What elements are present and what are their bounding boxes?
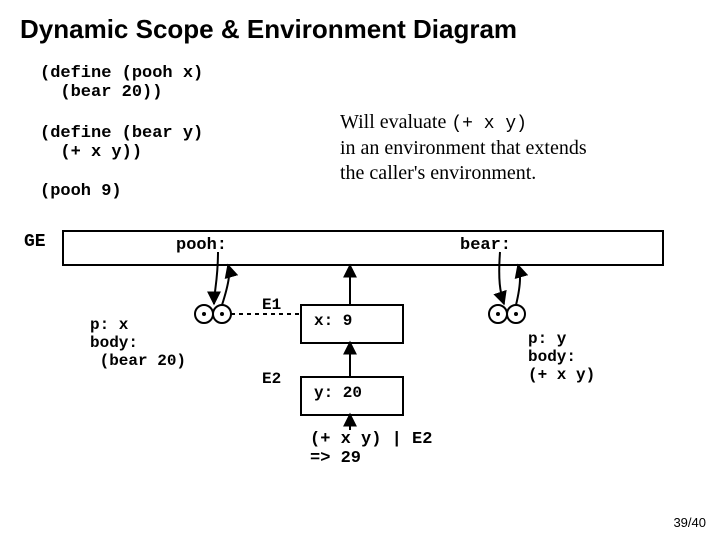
code-define-pooh: (define (pooh x) (bear 20)) xyxy=(40,64,203,102)
explain-line1-prefix: Will evaluate xyxy=(340,111,451,133)
e1-content: x: 9 xyxy=(314,312,352,330)
code-call-pooh: (pooh 9) xyxy=(40,182,122,201)
evaluation-result: (+ x y) | E2 => 29 xyxy=(310,430,432,468)
pooh-label: pooh: xyxy=(176,236,227,255)
pooh-closure-detail: p: x body: (bear 20) xyxy=(90,316,186,370)
bear-label: bear: xyxy=(460,236,511,255)
e1-label: E1 xyxy=(262,296,281,314)
code-define-bear: (define (bear y) (+ x y)) xyxy=(40,124,203,162)
slide-title: Dynamic Scope & Environment Diagram xyxy=(20,14,517,45)
page-number: 39/40 xyxy=(673,515,706,530)
explain-line3: the caller's environment. xyxy=(340,162,536,184)
slide: Dynamic Scope & Environment Diagram (def… xyxy=(0,0,720,540)
ge-box xyxy=(62,230,664,266)
explain-line1-code: (+ x y) xyxy=(451,114,527,134)
e2-content: y: 20 xyxy=(314,384,362,402)
explanation-text: Will evaluate (+ x y) in an environment … xyxy=(340,110,587,186)
ge-label: GE xyxy=(24,232,46,252)
e2-label: E2 xyxy=(262,370,281,388)
explain-line2: in an environment that extends xyxy=(340,137,587,159)
bear-closure-detail: p: y body: (+ x y) xyxy=(528,330,595,384)
